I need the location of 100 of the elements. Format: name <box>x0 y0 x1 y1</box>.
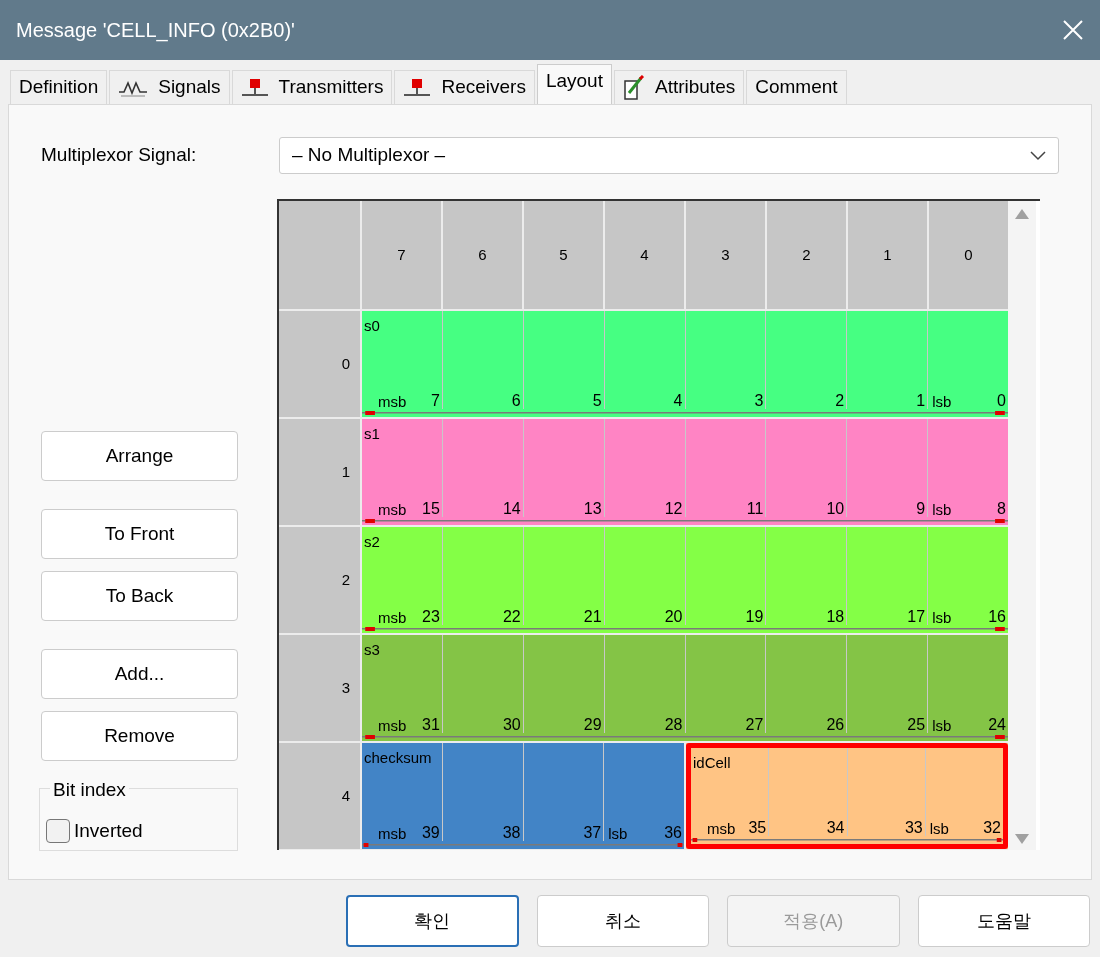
action-button[interactable]: To Front <box>41 509 238 559</box>
column-header: 2 <box>767 201 846 309</box>
row-header: 1 <box>279 419 360 525</box>
bit-number: 16 <box>988 609 1006 625</box>
bit-end-label: lsb <box>931 718 952 733</box>
action-button[interactable]: Remove <box>41 711 238 761</box>
row-header: 2 <box>279 527 360 633</box>
bit-number: 6 <box>511 393 521 409</box>
bit-number: 26 <box>826 717 845 733</box>
bit-number: 28 <box>664 717 683 733</box>
bit-number: 11 <box>746 501 764 517</box>
bit-number: 18 <box>826 609 845 625</box>
tab[interactable]: Transmitters <box>231 70 393 104</box>
bit-number: 22 <box>502 609 521 625</box>
bit-number: 4 <box>673 393 683 409</box>
column-header: 3 <box>686 201 765 309</box>
signal-name: s1 <box>364 425 380 442</box>
bit-number: 29 <box>583 717 602 733</box>
bit-number: 20 <box>664 609 683 625</box>
bit-number: 5 <box>592 393 602 409</box>
dialog-button[interactable]: 도움말 <box>917 895 1090 947</box>
bit-number: 36 <box>664 825 682 841</box>
column-header: 1 <box>848 201 927 309</box>
signal-block[interactable]: checksum msb 39 38 37 lsb 36 <box>362 743 684 849</box>
bit-end-label: lsb <box>931 502 952 517</box>
action-button[interactable]: Arrange <box>41 431 238 481</box>
bit-number: 34 <box>826 820 845 836</box>
bit-end-label: lsb <box>607 826 628 841</box>
signal-block[interactable]: idCell msb 35 34 33 lsb 32 <box>686 743 1008 849</box>
bit-end-label: msb <box>377 502 407 517</box>
signal-block[interactable]: s0 msb 7 6 5 4 3 2 1 lsb 0 <box>362 311 1008 417</box>
column-header: 0 <box>929 201 1008 309</box>
note-pencil-icon <box>622 74 645 101</box>
bit-number: 12 <box>664 501 683 517</box>
signal-block[interactable]: s2 msb 23 22 21 20 19 18 17 lsb 16 <box>362 527 1008 633</box>
chevron-down-icon <box>1030 150 1046 161</box>
bit-number: 3 <box>754 393 764 409</box>
bit-number: 30 <box>502 717 521 733</box>
dialog-button[interactable]: 취소 <box>536 895 709 947</box>
bit-number: 25 <box>907 717 926 733</box>
bit-number: 14 <box>502 501 521 517</box>
column-header: 7 <box>362 201 441 309</box>
bit-number: 19 <box>745 609 764 625</box>
bit-number: 31 <box>422 717 440 733</box>
signal-name: checksum <box>364 749 432 766</box>
bit-number: 9 <box>916 501 926 517</box>
bit-number: 15 <box>422 501 440 517</box>
signal-block[interactable]: s3 msb 31 30 29 28 27 26 25 lsb 24 <box>362 635 1008 741</box>
tab[interactable]: Receivers <box>394 70 535 104</box>
bit-number: 39 <box>421 825 440 841</box>
dialog-button[interactable]: 확인 <box>346 895 519 947</box>
tab[interactable]: Layout <box>536 64 612 104</box>
tab[interactable]: Attributes <box>613 70 745 104</box>
column-header: 6 <box>443 201 522 309</box>
signal-name: s2 <box>364 533 380 550</box>
bit-end-label: msb <box>377 394 407 409</box>
action-button[interactable]: To Back <box>41 571 238 621</box>
bit-end-label: msb <box>377 718 407 733</box>
row-header: 0 <box>279 311 360 417</box>
action-button[interactable]: Add... <box>41 649 238 699</box>
close-icon[interactable] <box>1062 19 1084 41</box>
column-header: 5 <box>524 201 603 309</box>
bit-number: 24 <box>988 717 1006 733</box>
node-icon <box>403 77 432 98</box>
tab[interactable]: Definition <box>10 70 108 104</box>
bit-number: 2 <box>835 393 845 409</box>
bit-number: 37 <box>583 825 602 841</box>
bit-number: 23 <box>422 609 440 625</box>
bit-end-label: lsb <box>931 394 952 409</box>
multiplexor-dropdown[interactable]: – No Multiplexor – <box>279 137 1059 174</box>
bit-end-label: lsb <box>928 821 949 836</box>
bit-end-label: msb <box>377 826 407 841</box>
scroll-up-icon[interactable] <box>1015 209 1029 219</box>
column-header: 4 <box>605 201 684 309</box>
row-header: 3 <box>279 635 360 741</box>
inverted-checkbox[interactable]: Inverted <box>46 817 231 846</box>
scrollbar[interactable] <box>1008 201 1036 850</box>
bit-number: 10 <box>826 501 845 517</box>
scroll-down-icon[interactable] <box>1015 834 1029 844</box>
bit-number: 21 <box>583 609 602 625</box>
signal-name: s3 <box>364 641 380 658</box>
bit-end-label: msb <box>377 610 407 625</box>
bit-number: 1 <box>916 393 926 409</box>
window-title: Message 'CELL_INFO (0x2B0)' <box>16 18 295 44</box>
bit-end-label: msb <box>706 821 736 836</box>
signal-block[interactable]: s1 msb 15 14 13 12 11 10 9 lsb 8 <box>362 419 1008 525</box>
bit-number: 8 <box>997 501 1006 517</box>
multiplexor-label: Multiplexor Signal: <box>40 143 198 168</box>
tab[interactable]: Signals <box>109 70 230 104</box>
bit-number: 7 <box>430 393 440 409</box>
bit-end-label: lsb <box>931 610 952 625</box>
row-header: 4 <box>279 743 360 849</box>
bit-number: 33 <box>904 820 923 836</box>
bit-number: 35 <box>748 820 767 836</box>
bit-number: 38 <box>502 825 521 841</box>
tab[interactable]: Comment <box>746 70 847 104</box>
bit-number: 13 <box>583 501 602 517</box>
bit-number: 0 <box>997 393 1006 409</box>
node-icon <box>240 77 269 98</box>
bit-number: 27 <box>745 717 764 733</box>
